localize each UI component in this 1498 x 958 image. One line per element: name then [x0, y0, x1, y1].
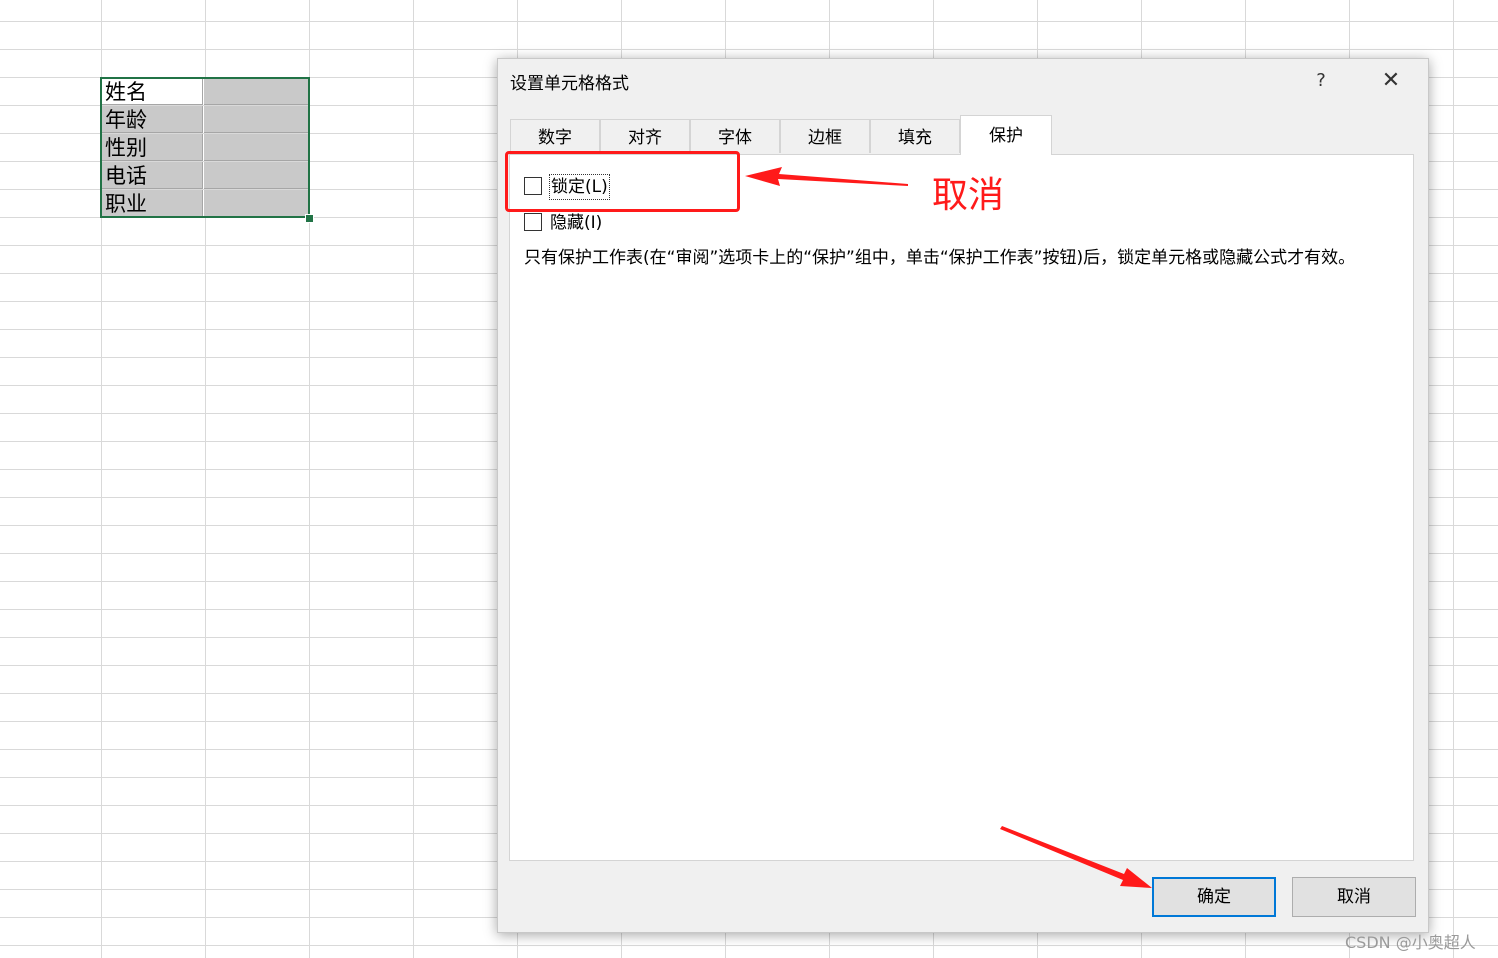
fill-handle[interactable] [305, 214, 314, 223]
cell-label[interactable]: 职业 [100, 190, 203, 217]
tab-number[interactable]: 数字 [510, 119, 600, 153]
ok-button[interactable]: 确定 [1152, 877, 1276, 917]
cell-label[interactable]: 年龄 [100, 106, 203, 133]
cell-value[interactable] [204, 134, 308, 161]
cell-value[interactable] [204, 190, 308, 217]
cell-value[interactable] [204, 106, 308, 133]
cell-value[interactable] [204, 78, 308, 105]
cell-value[interactable] [204, 162, 308, 189]
dialog-title: 设置单元格格式 [510, 74, 629, 94]
cancel-button[interactable]: 取消 [1292, 877, 1416, 917]
protection-panel: 锁定(L) 隐藏(I) 只有保护工作表(在“审阅”选项卡上的“保护”组中，单击“… [509, 154, 1414, 861]
table-row[interactable]: 职业 [100, 190, 310, 218]
hidden-checkbox[interactable] [524, 213, 542, 231]
watermark: CSDN @小奥超人 [1345, 933, 1476, 952]
cell-label[interactable]: 电话 [100, 162, 203, 189]
cell-label[interactable]: 性别 [100, 134, 203, 161]
table-row[interactable]: 电话 [100, 162, 310, 190]
close-button[interactable]: ✕ [1376, 67, 1406, 95]
tab-border[interactable]: 边框 [780, 119, 870, 153]
table-row[interactable]: 姓名 [100, 78, 310, 106]
table-row[interactable]: 年龄 [100, 106, 310, 134]
protection-info-text: 只有保护工作表(在“审阅”选项卡上的“保护”组中，单击“保护工作表”按钮)后，锁… [524, 248, 1356, 268]
tab-alignment[interactable]: 对齐 [600, 119, 690, 153]
help-button[interactable]: ? [1306, 67, 1336, 95]
tab-protection[interactable]: 保护 [960, 115, 1052, 155]
tab-font[interactable]: 字体 [690, 119, 780, 153]
hidden-label[interactable]: 隐藏(I) [550, 211, 602, 235]
tab-fill[interactable]: 填充 [870, 119, 960, 153]
highlight-box [505, 151, 740, 212]
cell-label[interactable]: 姓名 [100, 78, 203, 105]
table-row[interactable]: 性别 [100, 134, 310, 162]
annotation-text: 取消 [932, 175, 1005, 216]
